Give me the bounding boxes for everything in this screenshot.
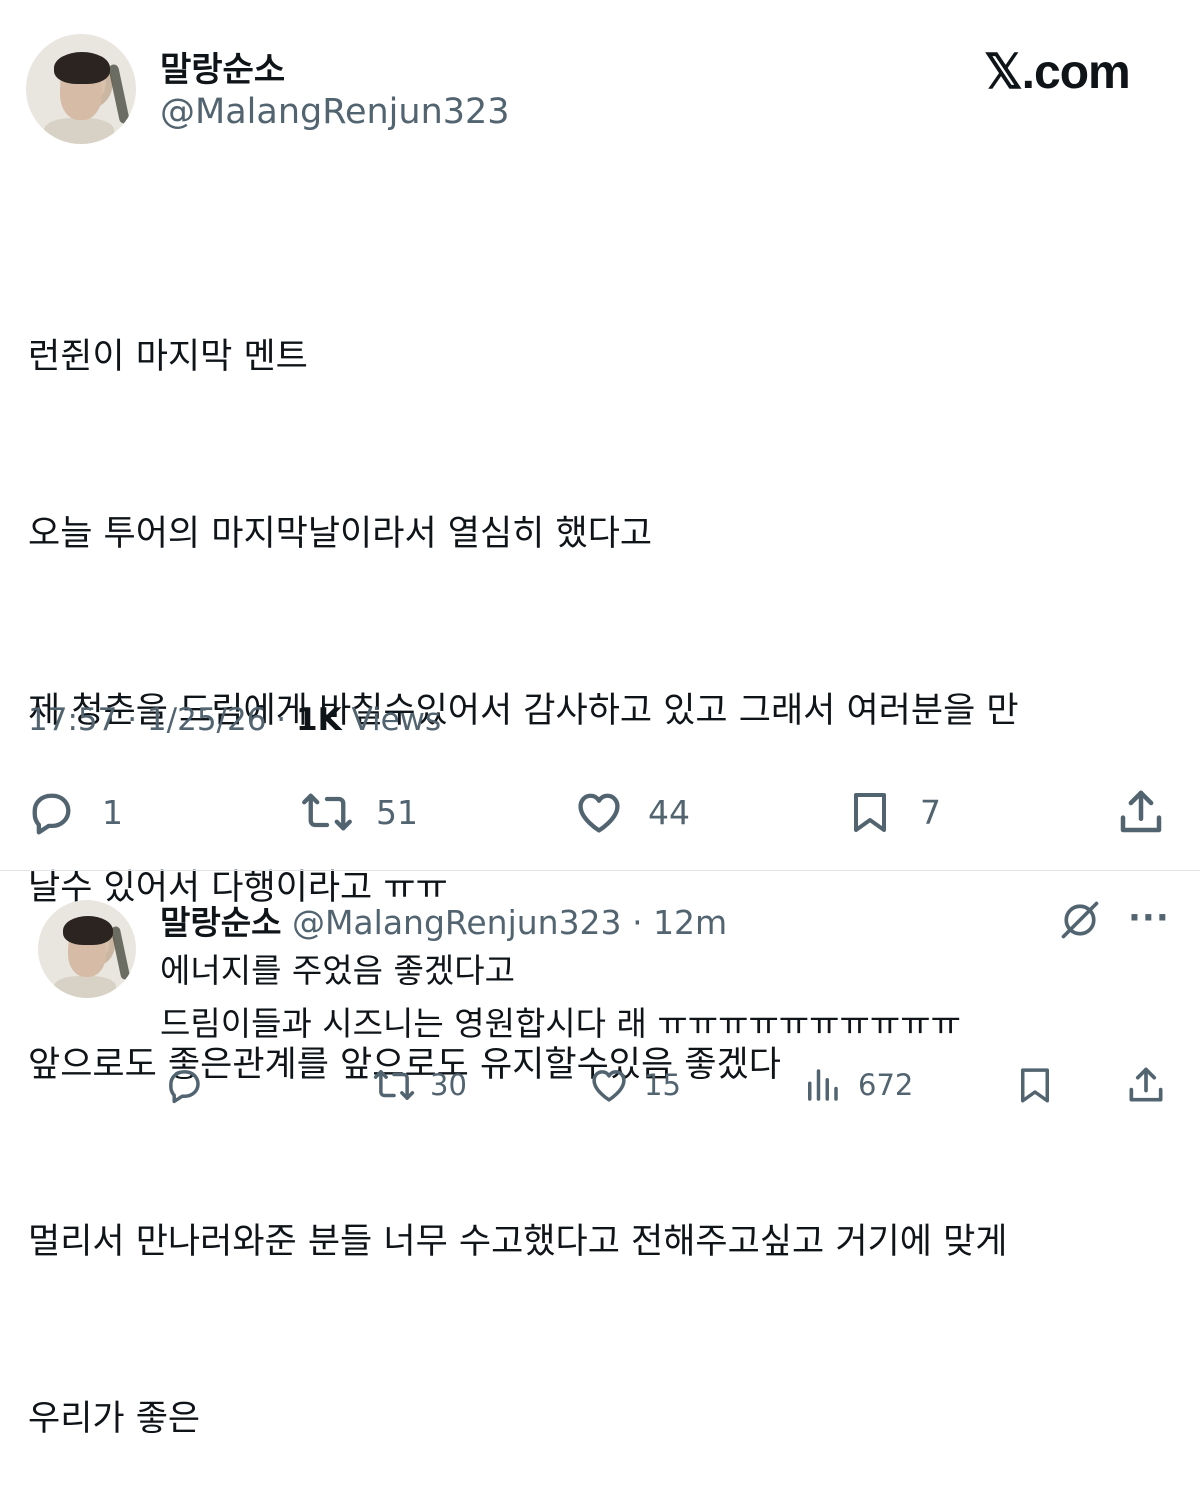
like-button[interactable]: 44 [570,786,690,838]
reply-like-count: 15 [644,1068,681,1102]
heart-icon [592,1070,626,1102]
bookmark-icon [1021,1068,1049,1103]
views-count: 1K [296,702,342,738]
share-icon [1129,1067,1163,1102]
reply-share-button[interactable] [1124,1062,1168,1108]
views-label: Views [351,702,442,738]
reply-line: 에너지를 주었음 좋겠다고 [160,951,515,990]
reply-handle[interactable]: @MalangRenjun323 [292,903,622,942]
reply-avatar[interactable] [38,900,136,998]
reply-button[interactable]: 1 [24,786,123,838]
bookmark-icon [854,793,886,832]
author-display-name[interactable]: 말랑순소 [160,42,285,91]
tweet-text: 런쥔이 마지막 멘트 오늘 투어의 마지막날이라서 열심히 했다고 제 청춘을 … [28,210,1178,1508]
reply-views-count: 672 [858,1068,914,1102]
reply-reply-button[interactable] [162,1064,206,1106]
share-button[interactable] [1114,786,1168,838]
bookmark-count: 7 [920,792,941,832]
reply-age[interactable]: 12m [653,903,727,942]
reply-line: 드림이들과 시즈니는 영원합시다 래 ㅠㅠㅠㅠㅠㅠㅠㅠㅠㅠ [160,1004,961,1043]
heart-icon [578,793,620,833]
analytics-icon [808,1069,838,1101]
repost-button[interactable]: 51 [298,786,418,838]
tweet-line: 멀리서 만나러와준 분들 너무 수고했다고 전해주고싶고 거기에 맞게 [28,1222,1008,1262]
meta-separator: · [127,702,138,738]
repost-icon [373,1070,415,1100]
more-button[interactable]: ··· [1128,898,1170,938]
like-count: 44 [648,792,690,832]
reply-like-button[interactable]: 15 [586,1064,681,1106]
author-avatar[interactable] [26,34,136,144]
reply-header: 말랑순소 @MalangRenjun323 · 12m [160,896,727,944]
author-handle[interactable]: @MalangRenjun323 [160,92,510,132]
reply-repost-count: 30 [430,1068,467,1102]
tweet-line: 런쥔이 마지막 멘트 [28,337,308,377]
share-icon [1120,790,1162,833]
tweet-date[interactable]: 1/25/26 [147,702,267,738]
bookmark-button[interactable]: 7 [846,786,941,838]
reply-icon [32,793,71,835]
x-logo: 𝕏.com [984,46,1131,99]
repost-icon [302,793,352,831]
divider [0,870,1200,871]
reply-display-name[interactable]: 말랑순소 [160,903,281,942]
reply-bookmark-button[interactable] [1014,1062,1056,1108]
repost-count: 51 [376,792,418,832]
reply-icon [169,1070,200,1104]
tweet-line: 오늘 투어의 마지막날이라서 열심히 했다고 [28,514,653,554]
reply-text: 에너지를 주었음 좋겠다고 드림이들과 시즈니는 영원합시다 래 ㅠㅠㅠㅠㅠㅠㅠ… [160,944,961,1050]
reply-repost-button[interactable]: 30 [370,1064,467,1106]
reply-count: 1 [102,792,123,832]
tweet-meta: 17:57 · 1/25/26 · 1K Views [28,702,441,738]
grok-button[interactable] [1058,898,1102,946]
grok-icon [1061,901,1099,939]
meta-separator: · [276,702,287,738]
reply-separator: · [632,903,643,942]
tweet-time[interactable]: 17:57 [28,702,117,738]
tweet-line: 우리가 좋은 [28,1399,201,1439]
reply-views-button[interactable]: 672 [800,1064,913,1106]
